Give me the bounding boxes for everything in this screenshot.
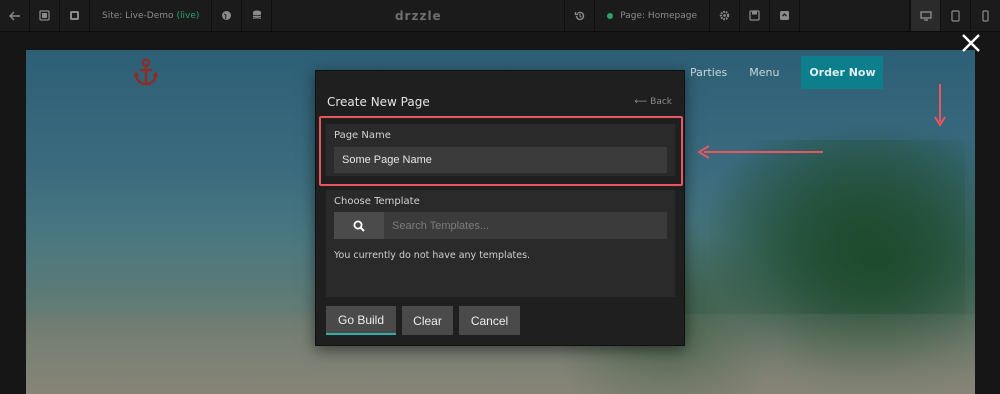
template-section: Choose Template You currently do not hav… — [326, 190, 675, 297]
copy-icon[interactable] — [60, 0, 90, 31]
nav-link-menu[interactable]: Menu — [749, 66, 779, 79]
page-label: Page: Homepage — [620, 10, 697, 21]
nav-link-parties[interactable]: Parties — [690, 66, 727, 79]
template-search-input[interactable] — [384, 212, 667, 239]
site-nav: Parties Menu Order Now — [690, 56, 884, 89]
save-icon[interactable] — [740, 0, 770, 31]
tablet-icon[interactable] — [940, 0, 970, 31]
app-root: Site: Live-Demo (live) drzzle Page: Homep… — [0, 0, 1000, 394]
back-label: Back — [650, 97, 672, 107]
back-arrow-icon[interactable] — [0, 0, 30, 31]
search-button[interactable] — [334, 212, 384, 239]
globe-icon[interactable] — [212, 0, 243, 31]
clear-button[interactable]: Clear — [402, 306, 453, 335]
order-now-button[interactable]: Order Now — [801, 56, 884, 89]
pages-icon[interactable] — [30, 0, 60, 31]
go-build-button[interactable]: Go Build — [326, 306, 396, 335]
modal-actions: Go Build Clear Cancel — [326, 306, 526, 335]
database-icon[interactable] — [242, 0, 273, 31]
back-link[interactable]: ⟵ Back — [634, 97, 672, 107]
mobile-icon[interactable] — [970, 0, 1000, 31]
template-label: Choose Template — [334, 196, 420, 207]
page-status-dot — [607, 12, 614, 19]
page-indicator[interactable]: Page: Homepage — [595, 0, 710, 31]
create-page-modal: Create New Page ⟵ Back Page Name Choose … — [315, 70, 685, 346]
brand-area: drzzle — [272, 0, 566, 31]
gear-icon[interactable] — [710, 0, 740, 31]
modal-title: Create New Page — [327, 95, 430, 109]
site-indicator[interactable]: Site: Live-Demo (live) — [90, 0, 213, 31]
toolbar-spacer — [800, 0, 910, 31]
annotation-highlight-box — [319, 116, 683, 186]
cancel-button[interactable]: Cancel — [459, 306, 520, 335]
empty-templates-message: You currently do not have any templates. — [334, 250, 531, 261]
publish-icon[interactable] — [770, 0, 800, 31]
back-arrow-small-icon: ⟵ — [634, 97, 648, 107]
desktop-icon[interactable] — [910, 0, 940, 31]
editor-toolbar: Site: Live-Demo (live) drzzle Page: Homep… — [0, 0, 1000, 32]
site-live-status: (live) — [176, 10, 200, 21]
brand-logo: drzzle — [394, 8, 442, 23]
close-icon[interactable] — [961, 33, 981, 53]
history-icon[interactable] — [565, 0, 596, 31]
site-label: Site: Live-Demo — [102, 10, 174, 21]
anchor-icon[interactable] — [133, 58, 159, 88]
search-icon — [353, 220, 365, 232]
